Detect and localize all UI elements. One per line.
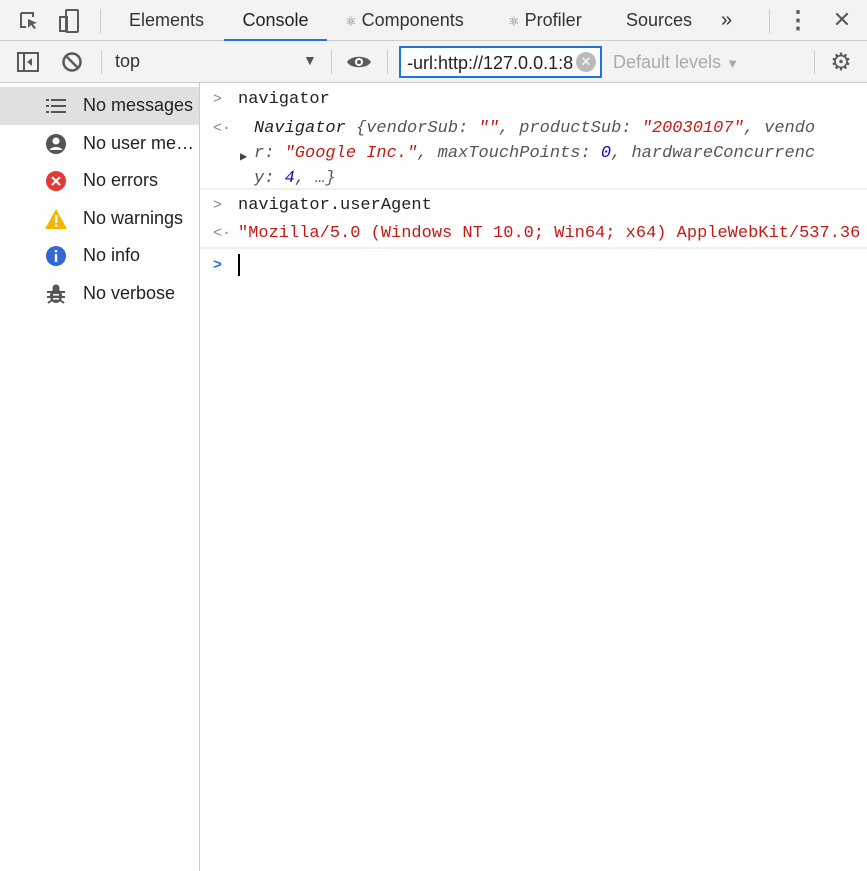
gear-icon[interactable]: ⚙ <box>829 49 853 76</box>
warning-icon <box>44 207 68 231</box>
sidebar-item-messages[interactable]: No messages <box>0 87 199 125</box>
sidebar-toggle-icon[interactable] <box>16 50 40 74</box>
result-arrow-icon: <· <box>213 225 232 242</box>
context-select[interactable]: top <box>115 51 140 72</box>
console-result-entry[interactable]: <· ▶ Navigator {vendorSub: "", productSu… <box>201 112 867 190</box>
sidebar-item-errors[interactable]: No errors <box>0 162 199 200</box>
sidebar-item-user-messages[interactable]: No user messages <box>0 125 199 163</box>
console-sidebar: No messages No user messages No errors N… <box>0 83 200 871</box>
react-icon: ⚛ <box>345 14 357 29</box>
tab-elements[interactable]: Elements <box>129 0 204 41</box>
console-toolbar: top ▼ -url:http://127.0.0.1:8 ✕ Default … <box>0 41 867 83</box>
bug-icon <box>44 282 68 306</box>
clear-console-icon[interactable] <box>60 50 84 74</box>
device-toolbar-icon[interactable] <box>56 8 82 34</box>
error-icon <box>44 169 68 193</box>
eye-icon[interactable] <box>346 50 372 74</box>
info-icon <box>44 244 68 268</box>
console-prompt[interactable]: > <box>201 249 867 283</box>
sidebar-item-verbose[interactable]: No verbose <box>0 275 199 313</box>
tab-components[interactable]: ⚛ Components <box>345 0 464 41</box>
chevron-right-icon: > <box>213 91 223 108</box>
inspect-element-icon[interactable] <box>16 8 42 34</box>
result-arrow-icon: <· <box>213 120 232 137</box>
user-icon <box>44 132 68 156</box>
react-icon: ⚛ <box>508 14 520 29</box>
log-levels-dropdown[interactable]: Default levels ▼ <box>613 52 739 73</box>
console-output: > navigator <· ▶ Navigator {vendorSub: ""… <box>201 83 867 871</box>
prompt-chevron-icon: > <box>213 257 223 274</box>
more-options-icon[interactable]: ⋮ <box>786 7 810 34</box>
chevron-right-icon: > <box>213 197 223 214</box>
more-tabs-button[interactable]: » <box>721 0 732 41</box>
chevron-down-icon[interactable]: ▼ <box>303 52 317 68</box>
chevron-down-icon: ▼ <box>726 56 739 71</box>
devtools-tab-bar: Elements Console ⚛ Components ⚛ Profiler… <box>0 0 867 41</box>
console-input-entry: > navigator.userAgent <box>201 190 867 220</box>
tab-sources[interactable]: Sources <box>626 0 692 41</box>
close-icon[interactable]: ✕ <box>830 7 854 32</box>
console-result-entry: <· "Mozilla/5.0 (Windows NT 10.0; Win64; … <box>201 220 867 249</box>
tab-profiler[interactable]: ⚛ Profiler <box>508 0 582 41</box>
clear-filter-icon[interactable]: ✕ <box>576 52 596 72</box>
expand-triangle-icon[interactable]: ▶ <box>240 145 247 170</box>
list-icon <box>44 94 68 118</box>
filter-input[interactable]: -url:http://127.0.0.1:8 ✕ <box>399 46 602 78</box>
console-input-entry: > navigator <box>201 83 867 112</box>
sidebar-item-warnings[interactable]: No warnings <box>0 200 199 238</box>
tab-console[interactable]: Console <box>224 0 327 41</box>
sidebar-item-info[interactable]: No info <box>0 237 199 275</box>
text-cursor <box>238 253 240 276</box>
